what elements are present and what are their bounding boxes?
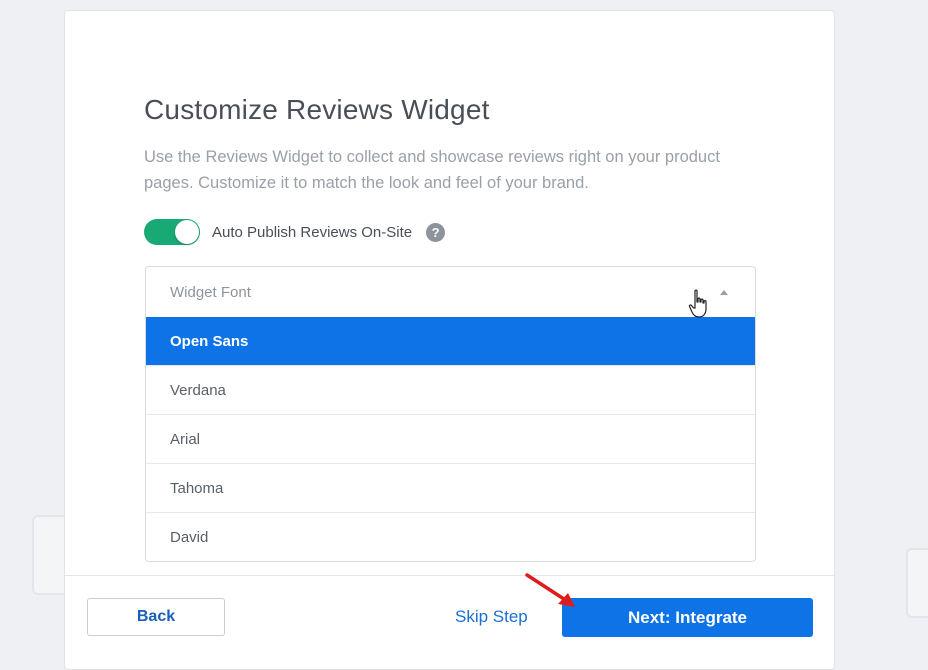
font-option-david[interactable]: David — [146, 512, 755, 561]
font-option-verdana[interactable]: Verdana — [146, 365, 755, 414]
page-description: Use the Reviews Widget to collect and sh… — [144, 148, 720, 192]
footer-divider — [65, 575, 834, 576]
auto-publish-row: Auto Publish Reviews On-Site ? — [144, 218, 446, 246]
background-decoration — [906, 548, 928, 618]
dropdown-label: Widget Font — [170, 283, 251, 301]
font-option-tahoma[interactable]: Tahoma — [146, 463, 755, 512]
auto-publish-label: Auto Publish Reviews On-Site — [212, 223, 413, 241]
skip-step-link[interactable]: Skip Step — [455, 607, 528, 627]
hand-pointer-icon — [688, 289, 707, 318]
red-arrow-icon — [525, 573, 575, 607]
caret-up-icon — [720, 289, 728, 295]
back-button[interactable]: Back — [87, 598, 225, 636]
widget-font-select[interactable]: Widget Font — [146, 267, 755, 317]
widget-font-dropdown: Widget Font Open Sans Verdana Arial Taho… — [145, 266, 756, 562]
next-integrate-button[interactable]: Next: Integrate — [562, 598, 813, 637]
question-mark-icon[interactable]: ? — [426, 222, 446, 242]
auto-publish-toggle[interactable] — [144, 219, 200, 245]
font-option-open-sans[interactable]: Open Sans — [146, 317, 755, 365]
toggle-knob — [175, 220, 199, 244]
customize-widget-card: Customize Reviews Widget Use the Reviews… — [64, 10, 835, 670]
page-title: Customize Reviews Widget — [144, 94, 490, 125]
font-option-arial[interactable]: Arial — [146, 414, 755, 463]
